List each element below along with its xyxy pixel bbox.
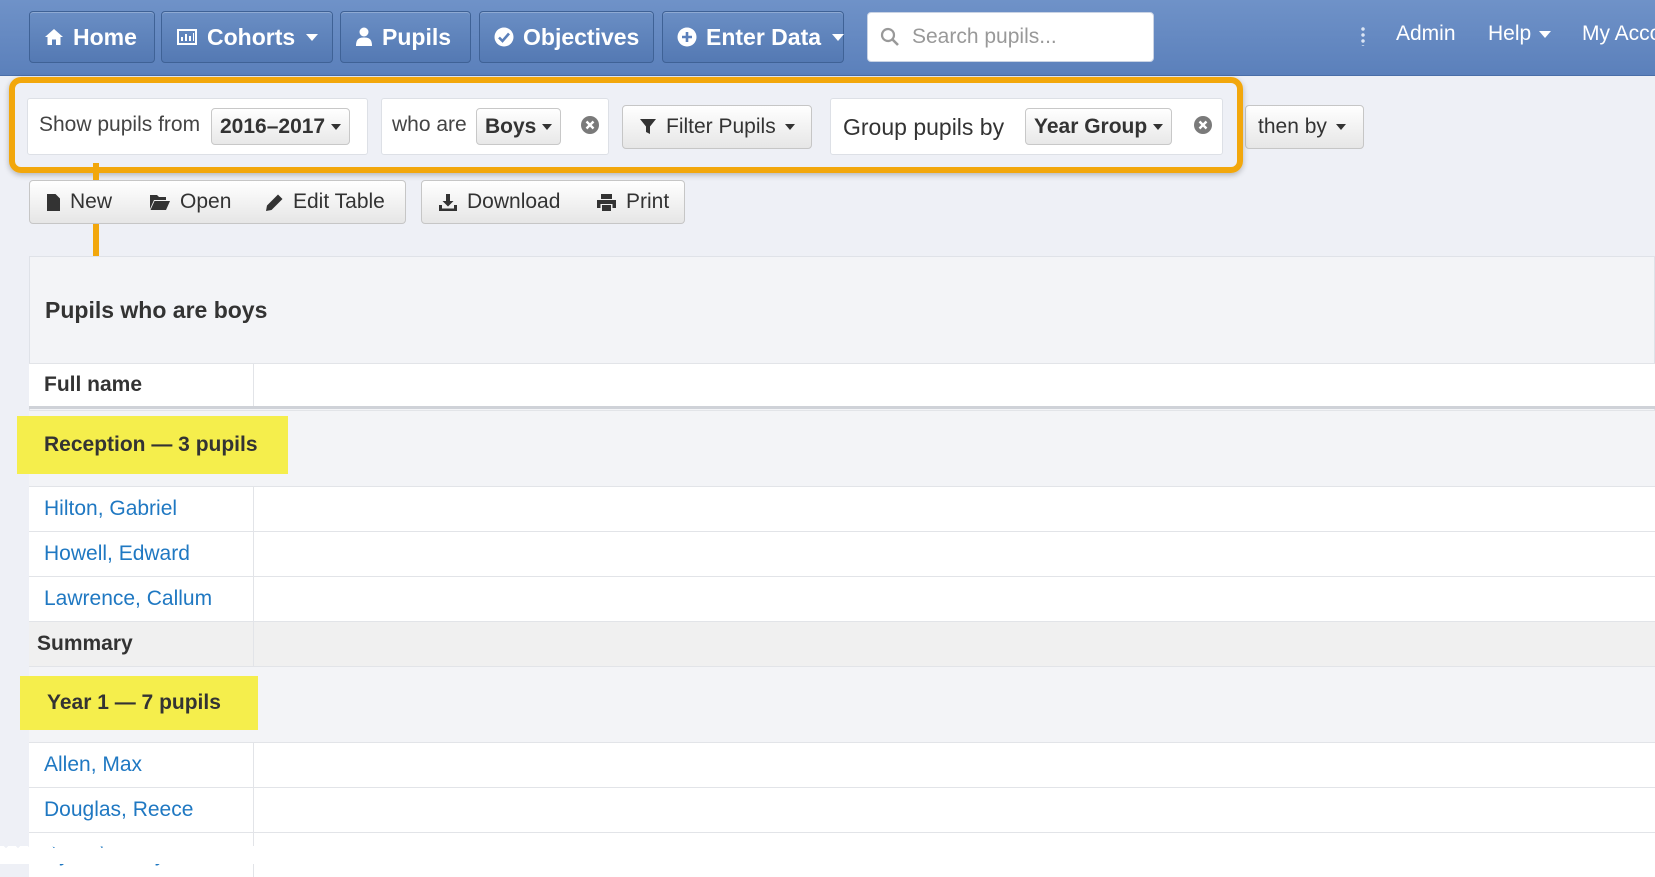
download-icon — [439, 193, 457, 211]
nav-my-account-label: My Acco — [1582, 22, 1655, 45]
group-label-year-1: Year 1 — 7 pupils — [20, 676, 258, 730]
table-title: Pupils who are boys — [45, 297, 268, 323]
nav-objectives-label: Objectives — [523, 23, 640, 50]
search-box — [867, 12, 1154, 62]
table-row: Allen, Max — [29, 742, 1655, 787]
new-button[interactable]: New — [29, 180, 134, 224]
group-label-reception: Reception — 3 pupils — [17, 416, 288, 474]
edit-table-button[interactable]: Edit Table — [249, 180, 406, 224]
table-row: Howell, Edward — [29, 531, 1655, 576]
column-header-full-name[interactable]: Full name — [29, 364, 254, 406]
search-icon — [880, 27, 899, 46]
group-row-year-1 — [29, 666, 1655, 742]
search-input[interactable] — [910, 24, 1140, 50]
bar-chart-icon — [177, 29, 197, 45]
pupil-link[interactable]: Howell, Edward — [29, 532, 254, 576]
table-row: Lawrence, Callum — [29, 576, 1655, 621]
pupil-link[interactable]: Allen, Max — [29, 743, 254, 787]
nav-home-label: Home — [73, 23, 137, 50]
nav-admin-link[interactable]: Admin — [1396, 22, 1456, 46]
nav-cohorts-button[interactable]: Cohorts — [161, 11, 333, 63]
nav-cohorts-label: Cohorts — [207, 23, 296, 50]
edit-table-label: Edit Table — [293, 190, 385, 213]
nav-my-account-menu[interactable]: My Acco — [1582, 22, 1655, 46]
folder-open-icon — [150, 195, 170, 210]
pupil-link[interactable]: Lawrence, Callum — [29, 577, 254, 621]
check-circle-icon — [494, 27, 514, 47]
chevron-down-icon — [832, 33, 845, 41]
print-label: Print — [626, 190, 670, 213]
open-label: Open — [180, 190, 232, 213]
torn-edge-base — [0, 852, 1655, 864]
nav-enter-data-label: Enter Data — [706, 23, 822, 50]
print-button[interactable]: Print — [580, 180, 685, 224]
nav-help-menu[interactable]: Help — [1488, 22, 1552, 46]
open-button[interactable]: Open — [133, 180, 250, 224]
download-label: Download — [467, 190, 561, 213]
nav-enter-data-button[interactable]: Enter Data — [662, 11, 845, 63]
summary-row: Summary — [29, 621, 1655, 666]
nav-help-label: Help — [1488, 22, 1532, 45]
chevron-down-icon — [1335, 124, 1346, 130]
chevron-down-icon — [1539, 30, 1552, 38]
summary-label: Summary — [29, 622, 254, 666]
table-row: Hilton, Gabriel — [29, 486, 1655, 531]
pupil-link[interactable]: Hilton, Gabriel — [29, 487, 254, 531]
download-button[interactable]: Download — [421, 180, 581, 224]
table-row: Douglas, Reece — [29, 787, 1655, 832]
file-icon — [47, 193, 60, 211]
plus-circle-icon — [677, 27, 697, 47]
nav-pupils-label: Pupils — [382, 23, 452, 50]
pencil-icon — [266, 194, 283, 211]
nav-pupils-button[interactable]: Pupils — [340, 11, 471, 63]
nav-objectives-button[interactable]: Objectives — [479, 11, 654, 63]
then-by-button[interactable]: then by — [1245, 105, 1364, 149]
new-label: New — [70, 190, 113, 213]
nav-admin-label: Admin — [1396, 22, 1456, 45]
user-icon — [356, 27, 372, 46]
top-navbar: Home Cohorts Pupils Objectives Enter Dat… — [0, 0, 1655, 76]
home-icon — [45, 29, 63, 45]
print-icon — [597, 193, 616, 211]
table-header-row: Full name — [29, 363, 1655, 409]
then-by-label: then by — [1258, 115, 1327, 138]
chevron-down-icon — [306, 33, 319, 41]
annotation-highlight-frame — [9, 77, 1243, 173]
nav-home-button[interactable]: Home — [29, 11, 155, 63]
drag-handle-icon — [1361, 26, 1365, 46]
pupil-link[interactable]: Douglas, Reece — [29, 788, 254, 832]
